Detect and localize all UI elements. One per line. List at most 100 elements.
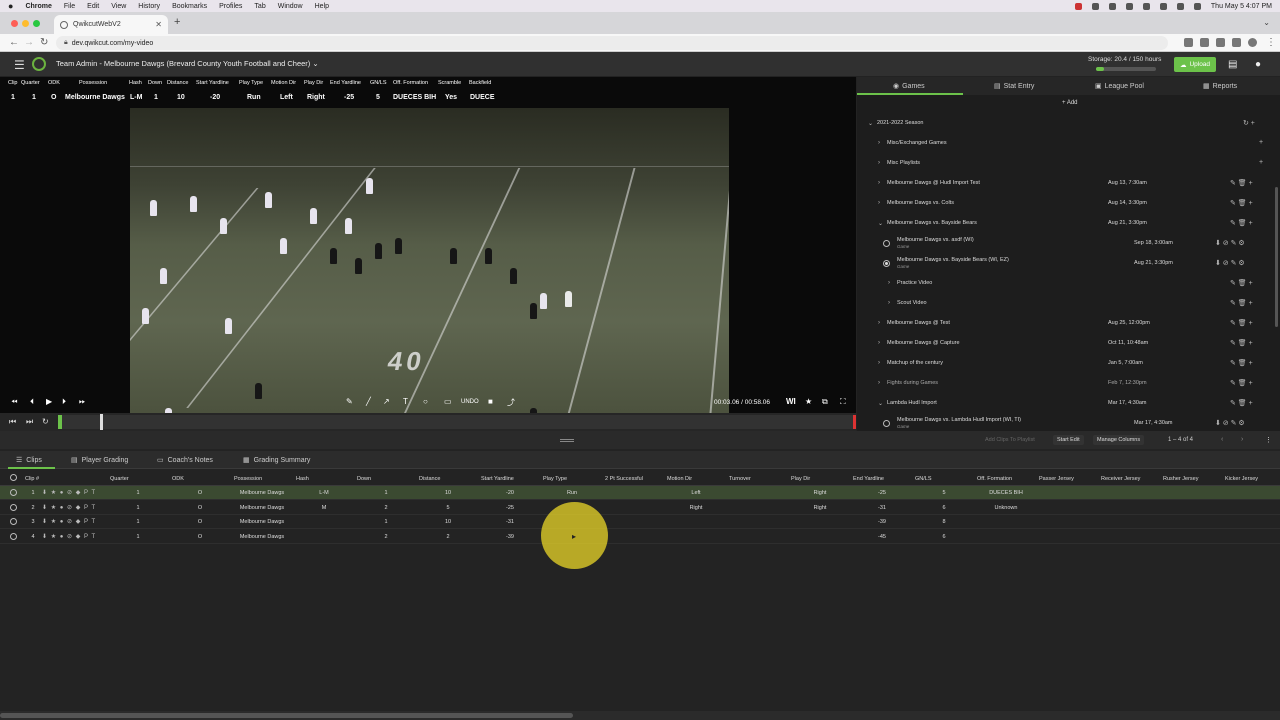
moon-icon[interactable] [1108,2,1116,10]
menu-view[interactable]: View [111,3,126,10]
start-edit-button[interactable]: Start Edit [1053,435,1084,445]
menu-window[interactable]: Window [278,3,303,10]
tab-player-grading[interactable]: ▤ Player Grading [71,456,128,464]
menu-tab[interactable]: Tab [254,3,265,10]
extension-icon[interactable] [1216,38,1225,47]
drag-handle-icon[interactable] [560,439,574,442]
chevron-right-icon[interactable]: › [878,160,880,166]
row-action-icons[interactable]: ⬇ ★ ● ⊘ ◆ P T [42,533,96,540]
extension-icon[interactable] [1232,38,1241,47]
column-header[interactable]: Clip # [25,476,39,482]
column-header[interactable]: Motion Dir [667,476,692,482]
game-select-radio[interactable] [883,260,890,267]
row-select-radio[interactable] [10,518,17,525]
column-header[interactable]: Start Yardline [481,476,514,482]
tab-search-icon[interactable]: ⌄ [1263,18,1270,27]
chevron-right-icon[interactable]: › [878,360,880,366]
chat-icon[interactable]: ▤ [1228,59,1237,70]
row-action-icons[interactable]: ⬇ ★ ● ⊘ ◆ P T [42,504,96,511]
column-header[interactable]: Distance [419,476,440,482]
color-swatch-icon[interactable]: ■ [488,397,493,406]
video-frame[interactable]: 40 [130,108,729,413]
tab-clips[interactable]: ☰ Clips [16,456,42,464]
fast-forward-icon[interactable]: ⏩︎ [79,397,85,407]
tree-item-actions[interactable]: ✎ 🗑︎ + [1230,179,1253,187]
tree-item-actions[interactable]: ⬇ ⊘ ✎ ⚙ [1215,259,1245,267]
add-button[interactable]: + Add [1062,100,1078,106]
column-header[interactable]: Turnover [729,476,751,482]
side-panel-scrollbar[interactable] [1275,187,1278,327]
row-select-radio[interactable] [10,532,17,540]
chevron-right-icon[interactable]: › [878,200,880,206]
apple-icon[interactable]: ● [8,1,13,11]
tree-item[interactable]: › Scout Video ✎ 🗑︎ + [857,294,1280,314]
rewind-icon[interactable]: ⏪︎ [11,397,17,407]
fullscreen-icon[interactable]: ⛶ [840,397,846,407]
upload-button[interactable]: ☁ Upload [1174,57,1216,72]
text-tool-icon[interactable]: T [403,397,408,406]
undo-button[interactable]: UNDO [461,399,479,405]
time-machine-icon[interactable] [1125,2,1133,10]
share-icon[interactable]: ⤴ [507,397,515,408]
team-selector[interactable]: Team Admin - Melbourne Dawgs (Brevard Co… [56,59,319,68]
chevron-down-icon[interactable]: ⌄ [868,120,873,127]
tree-item-actions[interactable]: ✎ 🗑︎ + [1230,339,1253,347]
new-tab-icon[interactable]: + [174,16,180,28]
profile-avatar-icon[interactable] [1248,38,1257,47]
bluetooth-icon[interactable] [1142,2,1150,10]
step-forward-icon[interactable]: ⏵︎ [62,397,66,407]
next-clip-icon[interactable]: ⏭︎ [26,417,33,427]
column-header[interactable]: GN/LS [915,476,932,482]
tree-item-actions[interactable]: ✎ 🗑︎ + [1230,319,1253,327]
spotlight-icon[interactable] [1176,2,1184,10]
tree-item-actions[interactable]: ⬇ ⊘ ✎ ⚙ [1215,239,1245,247]
line-tool-icon[interactable]: ╱ [366,397,371,406]
game-select-radio[interactable] [883,240,890,247]
comment-tool-icon[interactable]: ▭ [444,397,452,406]
table-row[interactable]: ⬇ ★ ● ⊘ ◆ P T 4 1 O Melbourne Dawgs 2 2 -39 -45 6 [0,530,1280,544]
prev-page-icon[interactable]: ‹ [1221,436,1223,443]
tree-item[interactable]: Melbourne Dawgs vs. Bayside Bears (WI, E… [857,254,1280,274]
menu-history[interactable]: History [138,3,160,10]
tab-league-pool[interactable]: ▣ League Pool [1095,82,1144,90]
column-header[interactable]: Possession [234,476,262,482]
tree-item-actions[interactable]: ✎ 🗑︎ + [1230,279,1253,287]
tab-stat-entry[interactable]: ▤ Stat Entry [994,82,1034,90]
game-select-radio[interactable] [883,420,890,427]
tree-item[interactable]: › Melbourne Dawgs @ Hudl Import Test Aug 1… [857,174,1280,194]
tree-item-actions[interactable]: ↻ + [1243,119,1255,127]
menu-file[interactable]: File [64,3,75,10]
picture-in-picture-icon[interactable]: ⧉ [822,397,828,407]
column-header[interactable]: Receiver Jersey [1101,476,1140,482]
tree-item-actions[interactable]: + [1259,139,1263,146]
next-page-icon[interactable]: › [1241,436,1243,443]
row-action-icons[interactable]: ⬇ ★ ● ⊘ ◆ P T [42,518,96,525]
hamburger-menu-icon[interactable]: ☰ [14,58,25,72]
menu-profiles[interactable]: Profiles [219,3,242,10]
column-header[interactable]: Kicker Jersey [1225,476,1258,482]
tree-item[interactable]: › Fights during Games Feb 7, 12:30pm ✎ 🗑︎ + [857,374,1280,394]
column-header[interactable]: Play Dir [791,476,810,482]
tree-item[interactable]: ⌄ Lambda Hudl Import Mar 17, 4:30am ✎ 🗑︎ + [857,394,1280,414]
column-header[interactable]: Hash [296,476,309,482]
tree-item[interactable]: › Melbourne Dawgs vs. Colts Aug 14, 3:30pm… [857,194,1280,214]
table-row[interactable]: ⬇ ★ ● ⊘ ◆ P T 1 1 O Melbourne Dawgs L-M 1 10 -20… [0,486,1280,500]
back-icon[interactable]: ← [9,37,19,48]
tree-item[interactable]: › Matchup of the century Jan 5, 7:00am ✎ 🗑︎… [857,354,1280,374]
table-row[interactable]: ⬇ ★ ● ⊘ ◆ P T 2 1 O Melbourne Dawgs M 2 5 -25 Rig… [0,501,1280,515]
scrollbar-thumb[interactable] [0,713,573,718]
tab-reports[interactable]: ▦ Reports [1203,82,1237,90]
chevron-right-icon[interactable]: › [878,340,880,346]
tree-item-actions[interactable]: ✎ 🗑︎ + [1230,299,1253,307]
column-header[interactable]: Rusher Jersey [1163,476,1198,482]
column-header[interactable]: Off. Formation [977,476,1012,482]
timeline-handle[interactable] [100,414,103,430]
row-select-radio[interactable] [10,503,17,511]
star-icon[interactable]: ★ [805,397,812,406]
tab-grading-summary[interactable]: ▦ Grading Summary [243,456,310,464]
chevron-down-icon[interactable]: ⌄ [878,220,883,227]
wi-toggle[interactable]: WI [786,397,796,406]
column-header[interactable]: Quarter [110,476,129,482]
wifi-icon[interactable] [1159,2,1167,10]
column-header[interactable]: 2 Pt Successful [605,476,643,482]
